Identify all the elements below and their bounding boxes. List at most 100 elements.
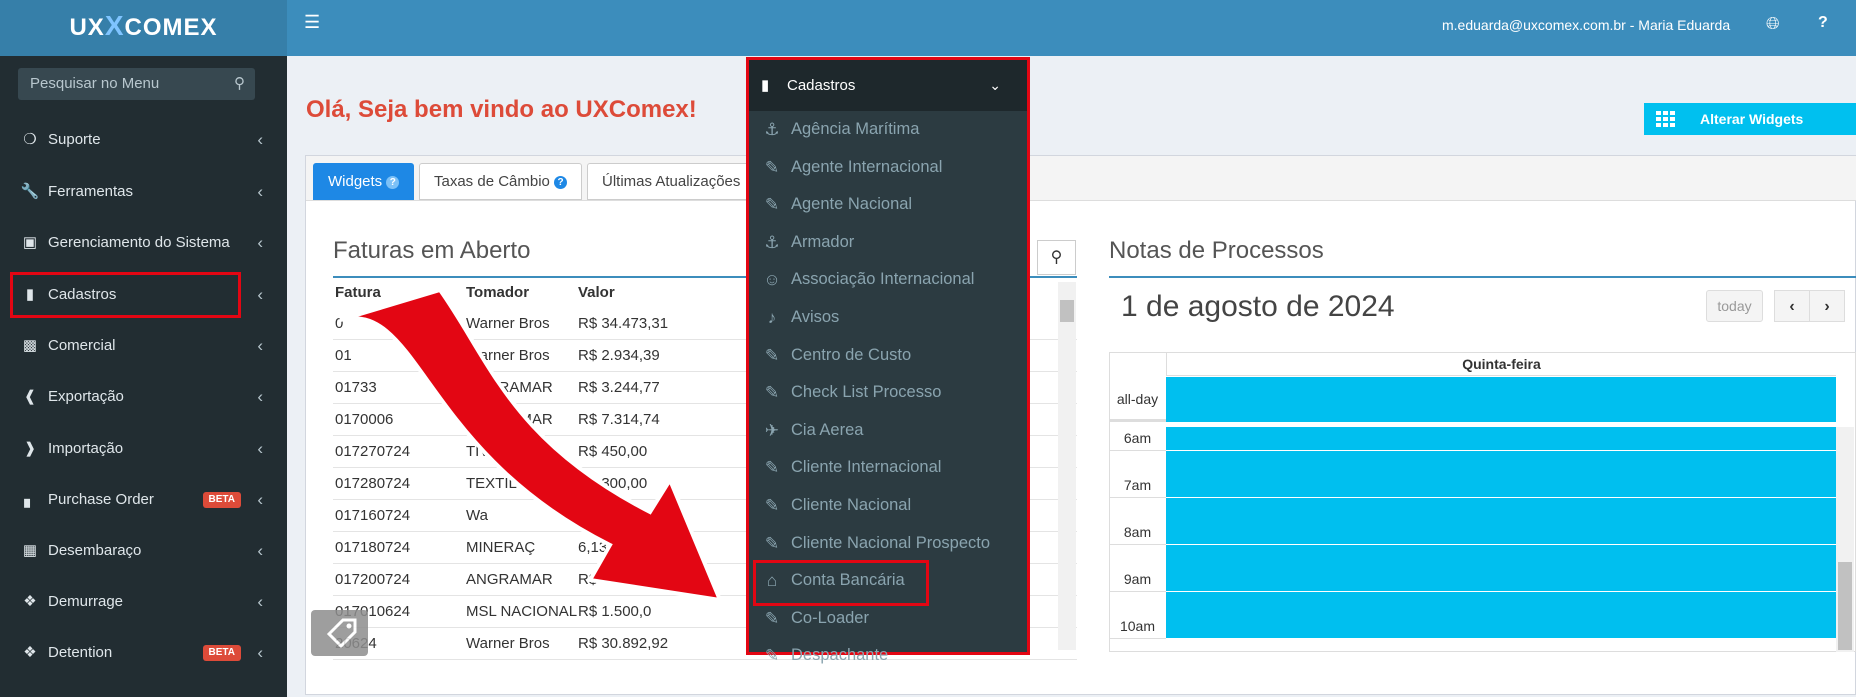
dropdown-item[interactable]: ⚓︎ Armador — [749, 224, 1027, 261]
time-slot[interactable] — [1166, 451, 1836, 474]
welcome-title: Olá, Seja bem vindo ao UXComex! — [306, 96, 697, 123]
time-slot[interactable] — [1166, 474, 1836, 497]
chevron-left-icon: ‹ — [257, 336, 263, 355]
dropdown-item[interactable]: ✎ Centro de Custo — [749, 337, 1027, 374]
tab-label: Widgets — [328, 173, 383, 190]
time-slot[interactable] — [1166, 568, 1836, 591]
hour-divider — [1109, 638, 1166, 639]
help-icon[interactable]: ? — [1818, 14, 1828, 32]
help-icon: ? — [554, 176, 568, 189]
sidebar-item-demurrage[interactable]: ❖ Demurrage ‹ — [0, 578, 287, 626]
alter-widgets-label: Alterar Widgets — [1700, 111, 1804, 127]
hour-divider — [1109, 497, 1166, 498]
dropdown-item-label: Cia Aerea — [791, 420, 864, 439]
hour-label: 6am — [1123, 430, 1152, 446]
sidebar-item-label: Comercial — [48, 337, 116, 354]
time-slot[interactable] — [1166, 498, 1836, 521]
dropdown-item[interactable]: ✈︎ Cia Aerea — [749, 412, 1027, 449]
chevron-left-icon: ‹ — [257, 285, 263, 304]
tab-taxas-cambio[interactable]: Taxas de Câmbio ? — [419, 163, 583, 200]
dropdown-item-label: Avisos — [791, 308, 840, 326]
chevron-left-icon: ‹ — [257, 643, 263, 662]
book-icon: ▮ — [761, 77, 770, 94]
dropdown-item-label: Agência Marítima — [791, 120, 920, 138]
dropdown-item[interactable]: ✎ Cliente Internacional — [749, 449, 1027, 486]
hour-divider — [1109, 450, 1166, 451]
calendar-date-title: 1 de agosto de 2024 — [1121, 290, 1395, 323]
hour-label: 9am — [1123, 571, 1152, 587]
time-slot[interactable] — [1166, 427, 1836, 450]
beta-badge: BETA — [202, 645, 241, 661]
sidebar-item-gerenciamento[interactable]: ▣ Gerenciamento do Sistema ‹ — [0, 219, 287, 267]
chevron-right-icon[interactable]: › — [1809, 290, 1845, 322]
dropdown-item[interactable]: ⚓︎ Agência Marítima — [749, 111, 1027, 148]
dropdown-header-cadastros[interactable]: ▮ Cadastros ⌄ — [749, 60, 1027, 111]
time-slot[interactable] — [1166, 521, 1836, 544]
dropdown-item[interactable]: ♪ Avisos — [749, 299, 1027, 336]
logo-text-comex: COMEX — [124, 14, 218, 41]
dropdown-item[interactable]: ✎ Agente Nacional — [749, 186, 1027, 223]
dropdown-item[interactable]: ☺ Associação Internacional — [749, 261, 1027, 298]
time-slot[interactable] — [1166, 545, 1836, 568]
edit-icon: ✎ — [764, 383, 780, 403]
chevron-down-icon: ⌄ — [989, 77, 1001, 93]
tab-widgets[interactable]: Widgets ? — [313, 163, 415, 200]
users-icon: ☺ — [763, 270, 781, 290]
time-slot[interactable] — [1166, 615, 1836, 638]
plane-icon: ✈︎ — [764, 420, 780, 440]
user-account[interactable]: m.eduarda@uxcomex.com.br - Maria Eduarda — [1442, 17, 1730, 33]
allday-label: all-day — [1109, 377, 1166, 422]
dropdown-item-label: Check List Processo — [791, 383, 942, 402]
search-icon[interactable]: ⚲ — [234, 68, 245, 100]
sidebar-item-label: Detention — [48, 644, 113, 661]
tab-ultimas-atualizacoes[interactable]: Últimas Atualizações — [587, 163, 756, 200]
chevron-left-icon: ‹ — [257, 182, 263, 201]
search-icon[interactable]: ⚲ — [1037, 240, 1076, 275]
globe-icon[interactable]: 🌐︎ — [1766, 14, 1780, 34]
dropdown-item[interactable]: ✎ Cliente Nacional — [749, 487, 1027, 524]
sidebar-item-suporte[interactable]: ❍ Suporte ‹ — [0, 116, 287, 164]
edit-icon: ✎ — [764, 157, 780, 177]
faturas-title: Faturas em Aberto — [333, 237, 531, 264]
sidebar-item-ferramentas[interactable]: 🔧 Ferramentas ‹ — [0, 168, 287, 216]
chevron-left-icon[interactable]: ‹ — [1774, 290, 1810, 322]
calendar-scrollbar-thumb[interactable] — [1838, 562, 1852, 650]
sidebar-item-label: Importação — [48, 440, 124, 457]
logo[interactable]: UXXCOMEX — [0, 0, 287, 56]
sidebar-item-label: Purchase Order — [48, 491, 154, 508]
allday-cell[interactable] — [1166, 377, 1836, 422]
alter-widgets-button[interactable]: Alterar Widgets — [1644, 103, 1856, 135]
today-button[interactable]: today — [1706, 290, 1763, 322]
edit-icon: ✎ — [764, 458, 780, 478]
sidebar-search-input[interactable]: Pesquisar no Menu ⚲ — [18, 68, 255, 100]
chevron-left-icon: ‹ — [257, 490, 263, 509]
hour-divider — [1109, 544, 1166, 545]
sidebar-item-comercial[interactable]: ▩ Comercial ‹ — [0, 322, 287, 370]
edit-icon: ✎ — [764, 496, 780, 515]
hour-label: 7am — [1123, 477, 1152, 493]
dropdown-item[interactable]: ✎ Despachante — [749, 637, 1027, 674]
dropdown-item-label: Agente Internacional — [791, 157, 943, 176]
dropdown-item-label: Centro de Custo — [791, 345, 912, 364]
dropdown-item[interactable]: ✎ Check List Processo — [749, 374, 1027, 411]
chevron-left-icon: ‹ — [257, 439, 263, 458]
sidebar-item-importacao[interactable]: ❱ Importação ‹ — [0, 425, 287, 473]
time-slot[interactable] — [1166, 592, 1836, 615]
faturas-scrollbar[interactable] — [1058, 282, 1076, 650]
dropdown-title: Cadastros — [787, 77, 856, 94]
faturas-scrollbar-thumb[interactable] — [1060, 300, 1074, 322]
menu-toggle-icon[interactable]: ☰ — [304, 12, 320, 33]
logo-text-ux: UX — [69, 14, 105, 41]
edit-icon: ✎ — [764, 533, 780, 553]
sidebar-item-detention[interactable]: ❖ Detention BETA ‹ — [0, 629, 287, 677]
dropdown-item[interactable]: ✎ Agente Internacional — [749, 149, 1027, 186]
sidebar-item-label: Exportação — [48, 388, 124, 405]
edit-icon: ✎ — [764, 646, 780, 666]
grid-icon — [1656, 111, 1676, 127]
dropdown-item[interactable]: ✎ Cliente Nacional Prospecto — [749, 525, 1027, 562]
sidebar-item-purchase-order[interactable]: ▖ Purchase Order BETA ‹ — [0, 476, 287, 524]
hour-divider — [1109, 591, 1166, 592]
sidebar-item-exportacao[interactable]: ❰ Exportação ‹ — [0, 373, 287, 421]
dropdown-item-label: Cliente Nacional — [791, 496, 912, 514]
sidebar-item-desembaraco[interactable]: ▦ Desembaraço ‹ — [0, 527, 287, 575]
